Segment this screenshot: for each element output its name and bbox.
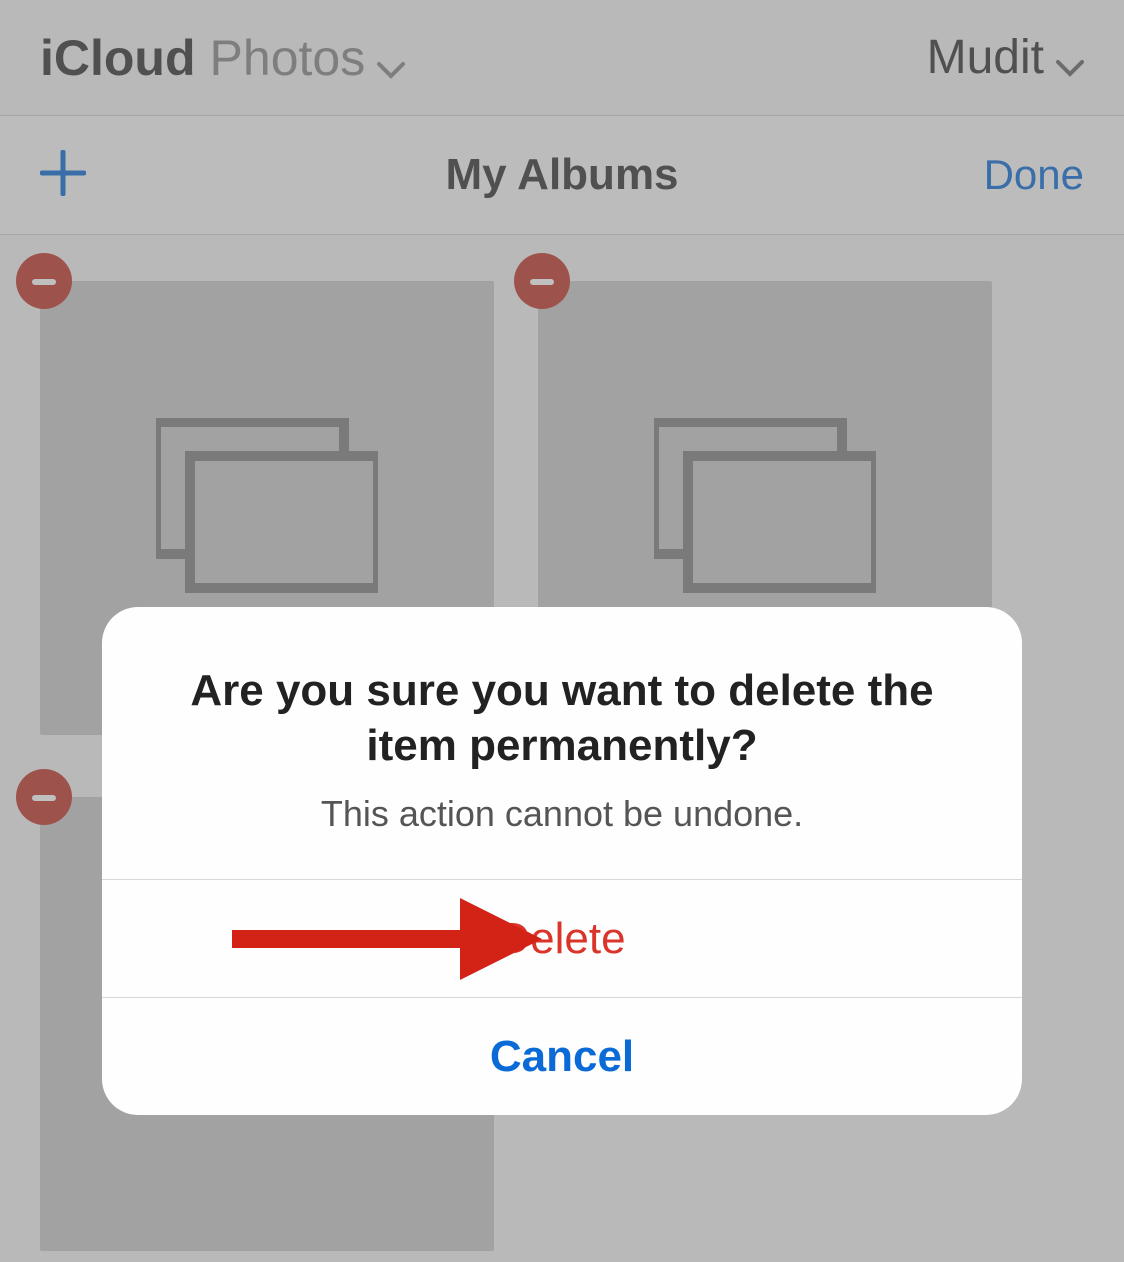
dialog-body: Are you sure you want to delete the item… <box>102 607 1022 879</box>
cancel-button-label: Cancel <box>490 1032 634 1082</box>
delete-button[interactable]: Delete <box>102 879 1022 997</box>
annotation-arrow-icon <box>232 894 542 984</box>
dialog-actions: Delete Cancel <box>102 879 1022 1115</box>
dialog-title: Are you sure you want to delete the item… <box>158 663 966 773</box>
delete-confirm-dialog: Are you sure you want to delete the item… <box>102 607 1022 1115</box>
dialog-subtitle: This action cannot be undone. <box>158 793 966 835</box>
cancel-button[interactable]: Cancel <box>102 997 1022 1115</box>
delete-button-label: Delete <box>498 914 625 964</box>
